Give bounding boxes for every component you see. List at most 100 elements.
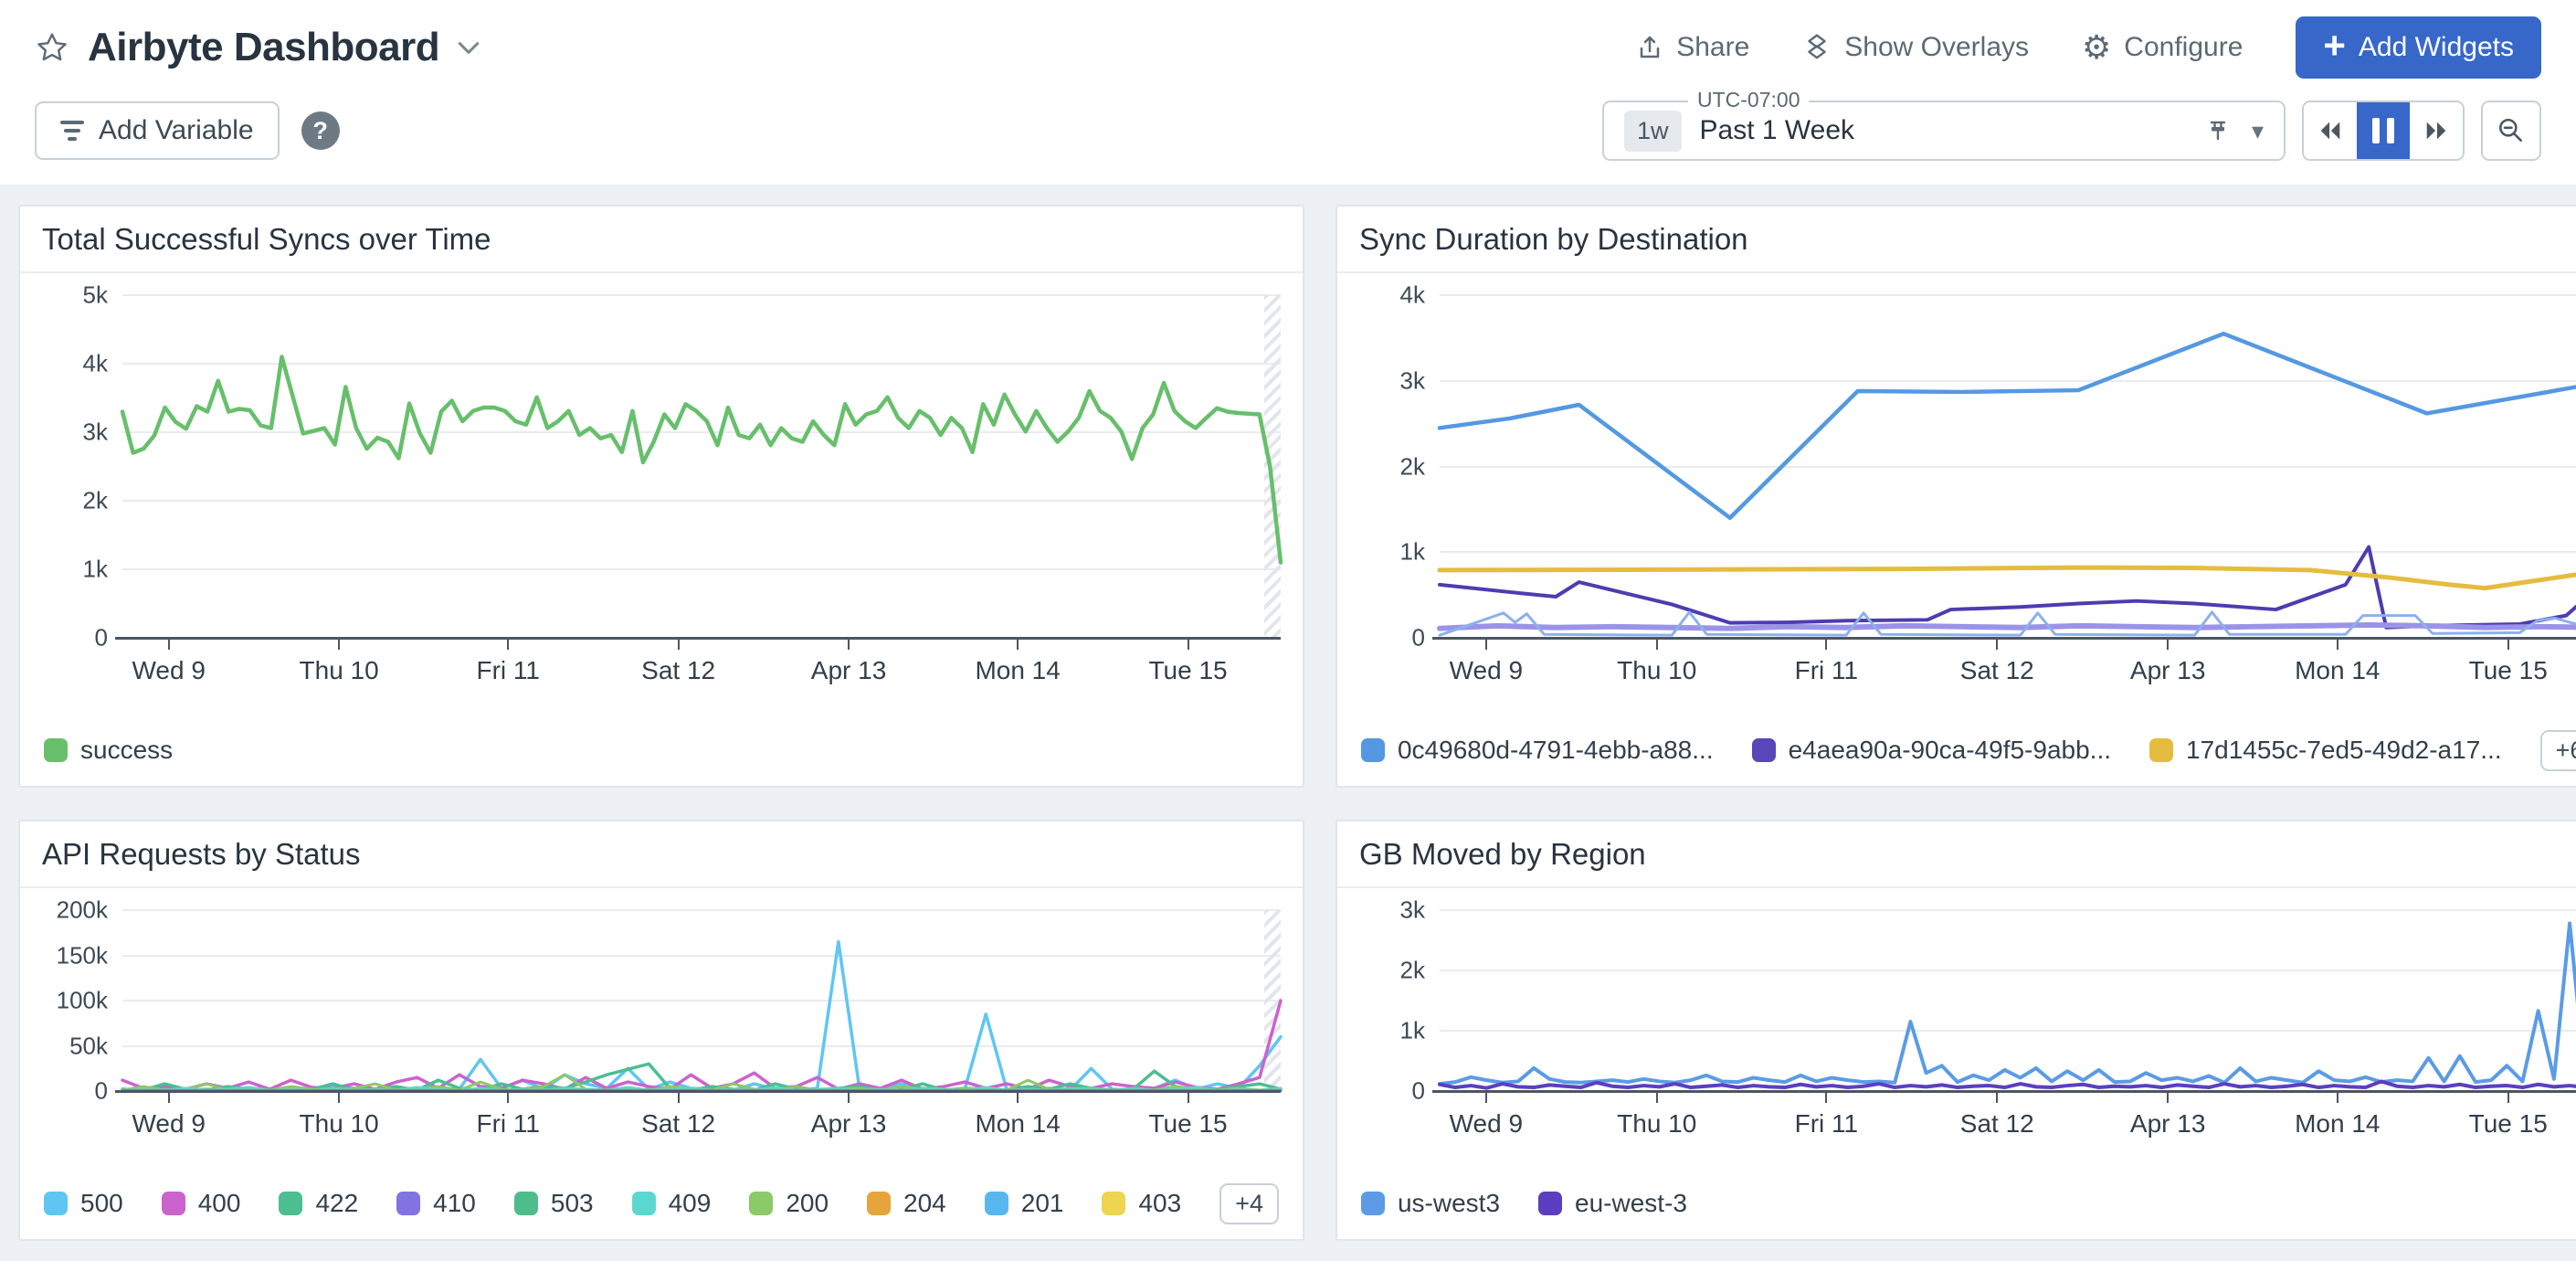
legend-swatch [162, 1192, 185, 1215]
legend-item[interactable]: 403 [1102, 1189, 1181, 1218]
x-tick [1656, 1091, 1658, 1103]
legend-item[interactable]: success [44, 736, 173, 765]
legend-item[interactable]: 409 [632, 1189, 712, 1218]
legend-label: 409 [669, 1189, 712, 1218]
add-variable-button[interactable]: Add Variable [35, 101, 280, 160]
legend-more-button[interactable]: +6 [2540, 730, 2576, 771]
legend-item[interactable]: 410 [396, 1189, 476, 1218]
y-tick-label: 1k [1400, 538, 1425, 567]
chart-api-requests[interactable]: 050k100k150k200kWed 9Thu 10Fri 11Sat 12A… [20, 888, 1303, 1168]
x-tick [1017, 638, 1019, 650]
widget-total-successful-syncs[interactable]: Total Successful Syncs over Time 01k2k3k… [18, 205, 1304, 788]
x-axis-line [1432, 637, 2576, 640]
legend-label: 500 [80, 1189, 123, 1218]
legend-swatch [1538, 1192, 1562, 1215]
widget-title: GB Moved by Region [1337, 821, 2576, 888]
legend-label: 17d1455c-7ed5-49d2-a17... [2186, 736, 2502, 765]
series-0c49680d-4791-4ebb-a88 [1440, 334, 2576, 518]
show-overlays-button[interactable]: Show Overlays [1802, 32, 2029, 63]
x-axis-line [1432, 1090, 2576, 1093]
help-icon[interactable]: ? [301, 111, 340, 150]
y-tick-label: 0 [1412, 624, 1425, 652]
x-tick [1656, 638, 1658, 650]
legend-item[interactable]: 503 [514, 1189, 594, 1218]
legend-swatch [514, 1192, 538, 1215]
title-chevron-down-icon[interactable] [458, 41, 480, 55]
range-shortcut-chip[interactable]: 1w [1624, 111, 1682, 152]
legend-label: 200 [786, 1189, 829, 1218]
shift-forward-button[interactable] [2410, 102, 2463, 159]
legend-item[interactable]: 500 [44, 1189, 123, 1218]
time-range-picker[interactable]: UTC-07:00 1w Past 1 Week ▾ [1602, 101, 2286, 161]
y-tick-label: 200k [57, 896, 108, 925]
legend-item[interactable]: 422 [279, 1189, 358, 1218]
pause-button[interactable] [2357, 102, 2410, 159]
chart-total-successful-syncs[interactable]: 01k2k3k4k5kWed 9Thu 10Fri 11Sat 12Apr 13… [20, 273, 1303, 715]
x-tick [1825, 638, 1827, 650]
widget-title: Total Successful Syncs over Time [20, 207, 1303, 273]
x-tick [507, 1091, 509, 1103]
y-tick-label: 2k [1400, 956, 1425, 984]
x-tick [1017, 1091, 1019, 1103]
widget-title: Sync Duration by Destination [1337, 207, 2576, 273]
x-tick-label: Fri 11 [1795, 1109, 1859, 1139]
x-tick [338, 1091, 340, 1103]
widgets-grid: Total Successful Syncs over Time 01k2k3k… [0, 185, 2576, 1254]
x-tick [2507, 638, 2509, 650]
show-overlays-label: Show Overlays [1844, 32, 2029, 63]
plot-area[interactable]: 01k2k3k4kWed 9Thu 10Fri 11Sat 12Apr 13Mo… [1440, 295, 2576, 638]
legend-item[interactable]: 201 [985, 1189, 1064, 1218]
x-tick [1188, 638, 1189, 650]
shift-back-button[interactable] [2304, 102, 2357, 159]
series-us-west3 [1440, 924, 2576, 1085]
chart-gb-moved[interactable]: 01k2k3kWed 9Thu 10Fri 11Sat 12Apr 13Mon … [1337, 888, 2576, 1168]
add-widgets-button[interactable]: + Add Widgets [2296, 16, 2541, 79]
x-tick-label: Thu 10 [300, 656, 379, 685]
x-tick-label: Apr 13 [2130, 656, 2206, 685]
favorite-star-icon[interactable] [35, 30, 69, 65]
plot-area[interactable]: 01k2k3k4k5kWed 9Thu 10Fri 11Sat 12Apr 13… [122, 295, 1281, 638]
legend-item[interactable]: 400 [162, 1189, 241, 1218]
x-tick-label: Thu 10 [1617, 656, 1696, 685]
share-button[interactable]: Share [1636, 32, 1749, 63]
plot-area[interactable]: 01k2k3kWed 9Thu 10Fri 11Sat 12Apr 13Mon … [1440, 910, 2576, 1091]
y-tick-label: 150k [57, 941, 108, 970]
dashboard-page: Airbyte Dashboard Share [0, 0, 2576, 1261]
legend-more-button[interactable]: +4 [1219, 1183, 1279, 1224]
x-axis-line [115, 1090, 1281, 1093]
x-tick [2337, 638, 2338, 650]
x-tick [168, 1091, 170, 1103]
legend-swatch [1361, 1192, 1385, 1215]
x-tick-label: Thu 10 [300, 1109, 379, 1139]
legend-item[interactable]: e4aea90a-90ca-49f5-9abb... [1752, 736, 2111, 765]
overlays-layers-icon [1802, 33, 1832, 62]
legend-item[interactable]: 200 [749, 1189, 829, 1218]
x-tick-label: Mon 14 [2295, 656, 2380, 685]
pause-icon [2372, 118, 2394, 143]
chart-sync-duration[interactable]: 01k2k3k4kWed 9Thu 10Fri 11Sat 12Apr 13Mo… [1337, 273, 2576, 715]
series-destination-4 [1440, 625, 2576, 629]
time-range-dropdown-caret[interactable]: ▾ [2252, 117, 2264, 145]
legend-swatch [44, 1192, 68, 1215]
plot-area[interactable]: 050k100k150k200kWed 9Thu 10Fri 11Sat 12A… [122, 910, 1281, 1091]
chart-legend: 500 400 422 410 503 409 200 204 201 403 +4 [20, 1168, 1303, 1239]
widget-api-requests-by-status[interactable]: API Requests by Status 050k100k150k200kW… [18, 820, 1304, 1241]
title-group: Airbyte Dashboard [35, 25, 480, 70]
legend-item[interactable]: 0c49680d-4791-4ebb-a88... [1361, 736, 1714, 765]
legend-label: 503 [551, 1189, 594, 1218]
widget-gb-moved-by-region[interactable]: GB Moved by Region 01k2k3kWed 9Thu 10Fri… [1336, 820, 2576, 1241]
widget-title: API Requests by Status [20, 821, 1303, 888]
x-tick [678, 638, 680, 650]
configure-button[interactable]: ⚙ Configure [2082, 31, 2243, 64]
widget-sync-duration-by-destination[interactable]: Sync Duration by Destination 01k2k3k4kWe… [1336, 205, 2576, 788]
legend-item[interactable]: 204 [867, 1189, 946, 1218]
legend-item[interactable]: 17d1455c-7ed5-49d2-a17... [2149, 736, 2502, 765]
legend-swatch [1102, 1192, 1125, 1215]
x-axis-line [115, 637, 1281, 640]
legend-item[interactable]: us-west3 [1361, 1189, 1500, 1218]
zoom-out-button[interactable] [2481, 101, 2541, 161]
legend-item[interactable]: eu-west-3 [1538, 1189, 1687, 1218]
legend-swatch [749, 1192, 773, 1215]
time-range-label: Past 1 Week [1700, 115, 2204, 146]
pin-icon[interactable] [2204, 117, 2232, 144]
